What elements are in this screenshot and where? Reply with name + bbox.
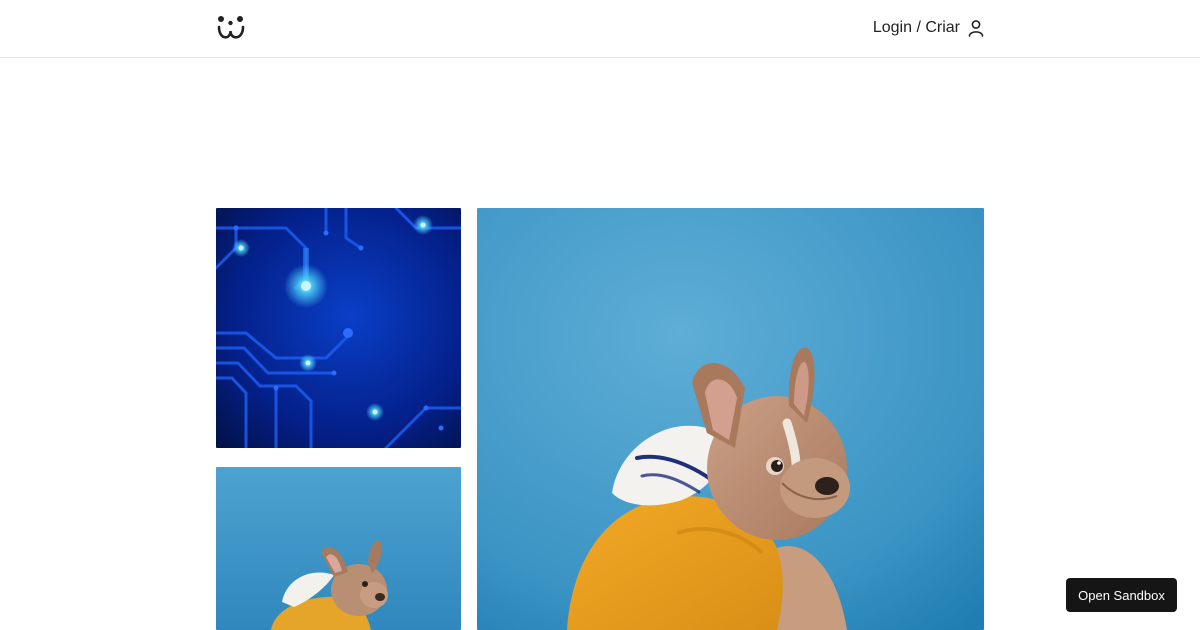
image-gallery: [216, 208, 984, 630]
gallery-image-dog-large[interactable]: [477, 208, 984, 630]
open-sandbox-button[interactable]: Open Sandbox: [1066, 578, 1177, 612]
user-icon: [966, 18, 986, 38]
top-navbar: Login / Criar: [0, 0, 1200, 58]
login-create-label: Login / Criar: [872, 19, 960, 36]
gallery-image-dog-small[interactable]: [216, 467, 461, 630]
logo-icon[interactable]: [216, 14, 246, 40]
gallery-image-circuit[interactable]: [216, 208, 461, 448]
login-create-link[interactable]: Login / Criar: [873, 18, 986, 38]
